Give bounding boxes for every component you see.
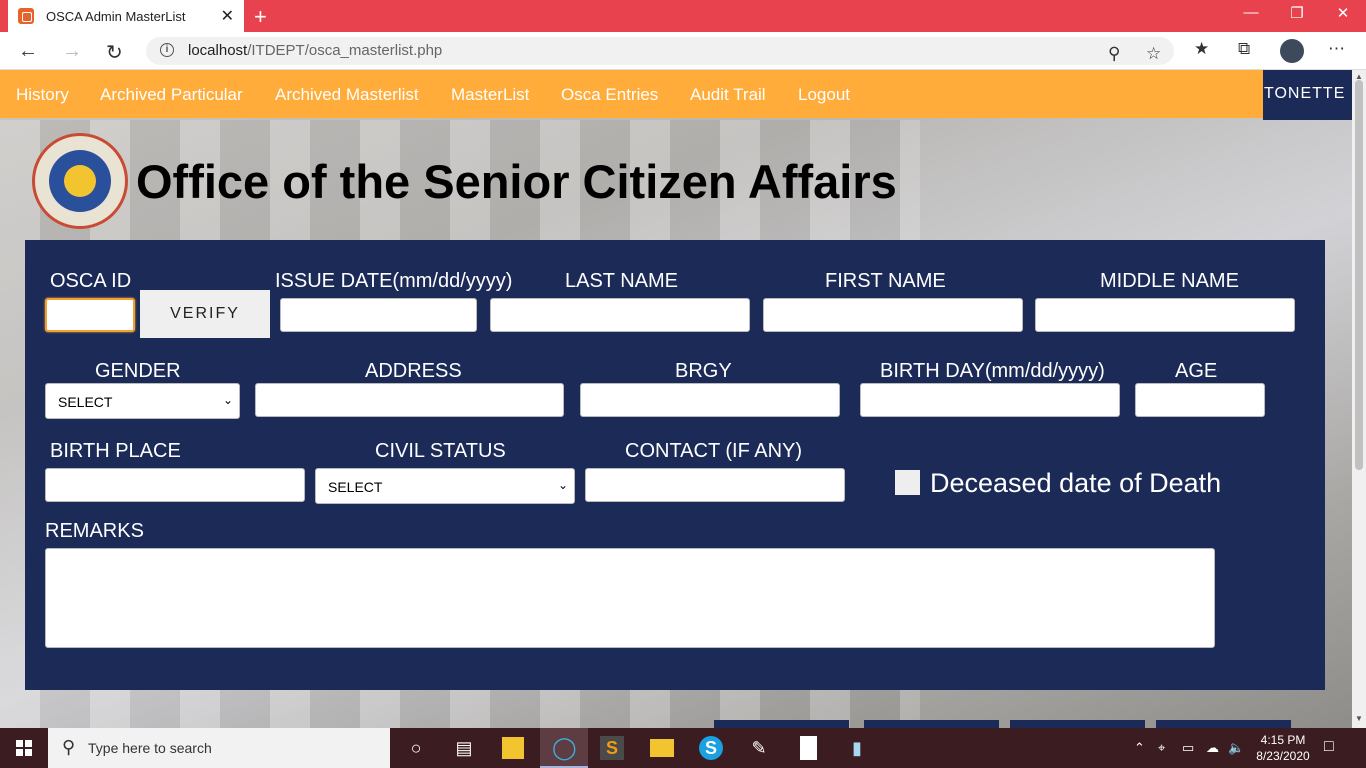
birthday-input[interactable] <box>860 383 1120 417</box>
scroll-thumb[interactable] <box>1355 80 1363 470</box>
edge-browser-icon[interactable]: ◯ <box>552 736 577 760</box>
windows-taskbar: ⚲ Type here to search ○ ▤ ◯ S S ✎ ▮ ⌃ ⌖ … <box>0 728 1366 768</box>
restore-icon[interactable]: ❐ <box>1274 4 1320 22</box>
back-icon[interactable]: ← <box>18 40 38 63</box>
deceased-checkbox[interactable] <box>895 470 920 495</box>
window-close-icon[interactable]: ✕ <box>1320 4 1366 22</box>
address-label: ADDRESS <box>365 360 462 382</box>
app-icon[interactable]: ▮ <box>845 736 869 760</box>
first-name-label: FIRST NAME <box>825 270 946 292</box>
nav-osca-entries[interactable]: Osca Entries <box>561 85 658 105</box>
file-explorer-icon[interactable] <box>650 739 674 757</box>
tab-favicon-icon <box>18 8 34 24</box>
favorites-list-icon[interactable]: ★ <box>1194 39 1209 59</box>
address-input[interactable] <box>255 383 564 417</box>
url-text: localhost/ITDEPT/osca_masterlist.php <box>188 42 443 59</box>
show-hidden-icons[interactable]: ⌃ <box>1134 740 1145 756</box>
birthplace-label: BIRTH PLACE <box>50 440 181 462</box>
caloocan-seal-logo <box>32 133 128 229</box>
taskbar-search[interactable]: ⚲ Type here to search <box>48 728 390 768</box>
info-icon[interactable]: i <box>160 43 174 57</box>
refresh-icon[interactable]: ↻ <box>106 40 123 65</box>
paint-icon[interactable]: ✎ <box>747 736 771 760</box>
issue-date-label: ISSUE DATE(mm/dd/yyyy) <box>275 270 513 292</box>
contact-input[interactable] <box>585 468 845 502</box>
nav-logout[interactable]: Logout <box>798 85 850 105</box>
gender-label: GENDER <box>95 360 181 382</box>
favorite-star-icon[interactable]: ☆ <box>1146 44 1161 64</box>
middle-name-input[interactable] <box>1035 298 1295 332</box>
brgy-label: BRGY <box>675 360 732 382</box>
entry-form: OSCA ID VERIFY ISSUE DATE(mm/dd/yyyy) LA… <box>25 240 1325 690</box>
new-tab-button[interactable]: + <box>254 4 267 30</box>
task-view-icon[interactable]: ▤ <box>452 736 476 760</box>
nav-archived-masterlist[interactable]: Archived Masterlist <box>275 85 419 105</box>
bottom-button[interactable] <box>714 720 849 728</box>
browser-tab[interactable]: OSCA Admin MasterList ✕ <box>8 0 244 32</box>
contact-label: CONTACT (IF ANY) <box>625 440 803 462</box>
url-field[interactable]: i localhost/ITDEPT/osca_masterlist.php ⚲… <box>146 37 1174 65</box>
gender-select[interactable]: SELECT ⌄ <box>45 383 240 419</box>
more-options-icon[interactable]: ⋯ <box>1328 39 1345 59</box>
windows-start-icon[interactable] <box>16 740 32 756</box>
deceased-label: Deceased date of Death <box>930 468 1222 498</box>
cortana-icon[interactable]: ○ <box>404 736 428 760</box>
last-name-label: LAST NAME <box>565 270 678 292</box>
page-title: Office of the Senior Citizen Affairs <box>136 155 897 208</box>
issue-date-input[interactable] <box>280 298 477 332</box>
profile-avatar[interactable] <box>1280 39 1304 63</box>
nav-archived-particular[interactable]: Archived Particular <box>100 85 243 105</box>
top-navigation: History Archived Particular Archived Mas… <box>0 70 1352 120</box>
age-input[interactable] <box>1135 383 1265 417</box>
notifications-icon[interactable]: □ <box>1324 738 1334 756</box>
volume-icon[interactable]: 🔈 <box>1228 740 1244 756</box>
remarks-textarea[interactable] <box>45 548 1215 648</box>
verify-button[interactable]: VERIFY <box>140 290 270 338</box>
chevron-down-icon: ⌄ <box>557 478 568 492</box>
sublime-text-icon[interactable]: S <box>600 736 624 760</box>
age-label: AGE <box>1175 360 1218 382</box>
wifi-icon[interactable]: ⌖ <box>1158 740 1165 756</box>
scroll-down-icon[interactable]: ▼ <box>1355 714 1363 723</box>
birthplace-input[interactable] <box>45 468 305 502</box>
tab-title: OSCA Admin MasterList <box>46 8 186 24</box>
nav-audit-trail[interactable]: Audit Trail <box>690 85 766 105</box>
remarks-label: REMARKS <box>45 520 144 542</box>
civil-status-label: CIVIL STATUS <box>375 440 506 462</box>
web-page: History Archived Particular Archived Mas… <box>0 70 1352 728</box>
tab-close-icon[interactable]: ✕ <box>221 6 234 26</box>
civil-status-select[interactable]: SELECT ⌄ <box>315 468 575 504</box>
first-name-input[interactable] <box>763 298 1023 332</box>
osca-id-label: OSCA ID <box>50 270 132 292</box>
bottom-button[interactable] <box>1156 720 1291 728</box>
nav-masterlist[interactable]: MasterList <box>451 85 529 105</box>
sticky-notes-icon[interactable] <box>502 737 524 759</box>
search-icon: ⚲ <box>62 737 76 757</box>
address-toolbar: ← → ↻ i localhost/ITDEPT/osca_masterlist… <box>0 32 1366 70</box>
battery-icon[interactable]: ▭ <box>1182 740 1194 756</box>
bottom-button[interactable] <box>1010 720 1145 728</box>
collections-icon[interactable]: ⧉ <box>1238 39 1250 59</box>
bottom-button[interactable] <box>864 720 999 728</box>
middle-name-label: MIDDLE NAME <box>1100 270 1239 292</box>
notepad-icon[interactable] <box>800 736 817 760</box>
osca-id-input[interactable] <box>45 298 135 332</box>
chevron-down-icon: ⌄ <box>222 393 233 407</box>
minimize-icon[interactable]: — <box>1228 4 1274 21</box>
last-name-input[interactable] <box>490 298 750 332</box>
forward-icon[interactable]: → <box>62 40 82 63</box>
page-scrollbar[interactable]: ▲ ▼ <box>1352 70 1366 728</box>
taskbar-clock[interactable]: 4:15 PM 8/23/2020 <box>1252 732 1314 764</box>
nav-history[interactable]: History <box>16 85 69 105</box>
onedrive-icon[interactable]: ☁ <box>1206 740 1219 756</box>
zoom-search-icon[interactable]: ⚲ <box>1108 44 1120 64</box>
browser-titlebar: OSCA Admin MasterList ✕ + — ❐ ✕ <box>0 0 1366 32</box>
skype-icon[interactable]: S <box>699 736 723 760</box>
current-user[interactable]: TONETTE <box>1263 70 1352 120</box>
brgy-input[interactable] <box>580 383 840 417</box>
birthday-label: BIRTH DAY(mm/dd/yyyy) <box>880 360 1105 382</box>
